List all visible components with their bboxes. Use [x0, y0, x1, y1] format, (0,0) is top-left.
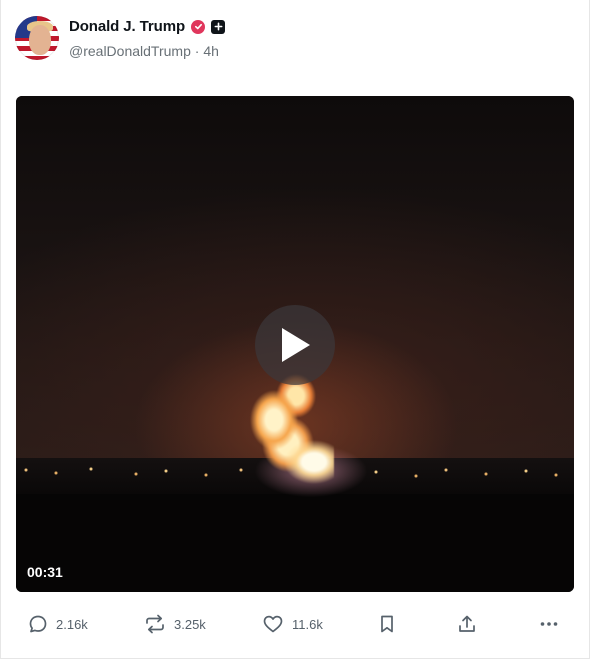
bookmark-button[interactable] — [378, 614, 396, 634]
author-handle-row: @realDonaldTrump · 4h — [69, 43, 219, 59]
reply-button[interactable]: 2.16k — [28, 614, 88, 634]
post-card: Donald J. Trump @realDonaldTrump · 4h 00… — [0, 0, 590, 659]
post-time[interactable]: 4h — [203, 43, 219, 59]
repost-count: 3.25k — [174, 616, 206, 632]
author-name-row: Donald J. Trump — [69, 18, 226, 35]
share-upload-icon — [459, 615, 475, 632]
repost-button[interactable]: 3.25k — [144, 614, 206, 634]
avatar-face — [29, 25, 51, 55]
author-avatar[interactable] — [15, 16, 59, 60]
video-dark-ground — [16, 494, 574, 592]
play-icon — [282, 328, 310, 362]
more-options-button[interactable] — [539, 614, 559, 634]
reply-count: 2.16k — [56, 616, 88, 632]
repost-icon — [146, 614, 164, 634]
post-actions-bar: 2.16k 3.25k 11.6k — [1, 606, 589, 646]
reply-bubble-icon — [29, 615, 47, 633]
share-button[interactable] — [457, 614, 477, 634]
like-button[interactable]: 11.6k — [262, 614, 323, 634]
like-count: 11.6k — [292, 616, 323, 632]
meta-separator: · — [194, 43, 200, 59]
video-duration: 00:31 — [27, 564, 63, 580]
author-display-name[interactable]: Donald J. Trump — [69, 18, 185, 35]
plus-icon[interactable] — [211, 19, 226, 34]
play-button[interactable] — [255, 305, 335, 385]
more-horizontal-icon — [540, 622, 558, 626]
verified-check-icon — [191, 19, 206, 34]
bookmark-icon — [381, 615, 393, 633]
heart-icon — [263, 615, 283, 633]
video-player[interactable]: 00:31 — [16, 96, 574, 592]
author-handle[interactable]: @realDonaldTrump — [69, 43, 191, 59]
video-explosion — [244, 374, 334, 484]
